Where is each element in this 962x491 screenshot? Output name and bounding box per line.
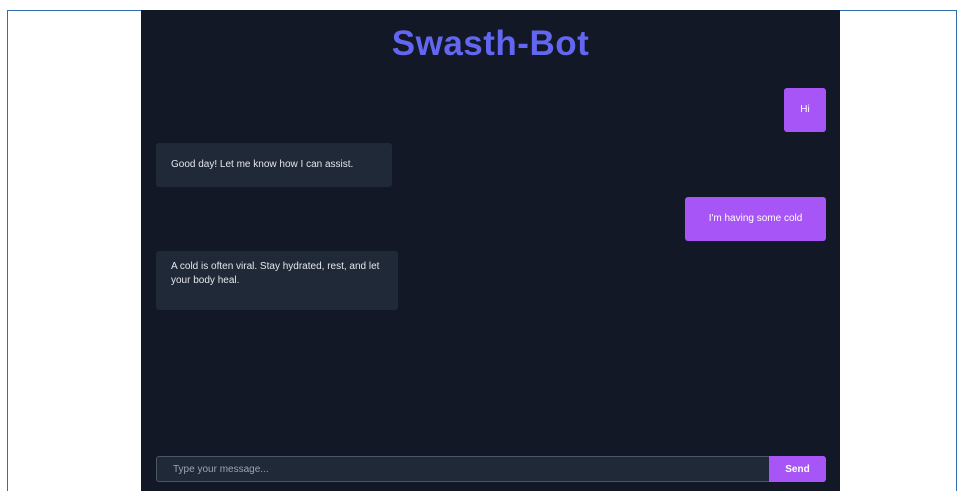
message-text: Good day! Let me know how I can assist. — [171, 159, 354, 170]
user-message: Hi — [784, 88, 826, 132]
chat-app: Swasth-Bot Hi Good day! Let me know how … — [141, 10, 840, 491]
message-text: I'm having some cold — [708, 213, 803, 224]
bot-message: Good day! Let me know how I can assist. — [156, 143, 392, 187]
page-title: Swasth-Bot — [391, 24, 590, 63]
bot-message: A cold is often viral. Stay hydrated, re… — [156, 251, 398, 310]
message-composer: Send — [156, 456, 826, 482]
send-button[interactable]: Send — [769, 456, 826, 482]
message-text: A cold is often viral. Stay hydrated, re… — [171, 261, 380, 286]
message-input[interactable] — [156, 456, 769, 482]
message-text: Hi — [800, 104, 810, 115]
user-message: I'm having some cold — [685, 197, 826, 241]
